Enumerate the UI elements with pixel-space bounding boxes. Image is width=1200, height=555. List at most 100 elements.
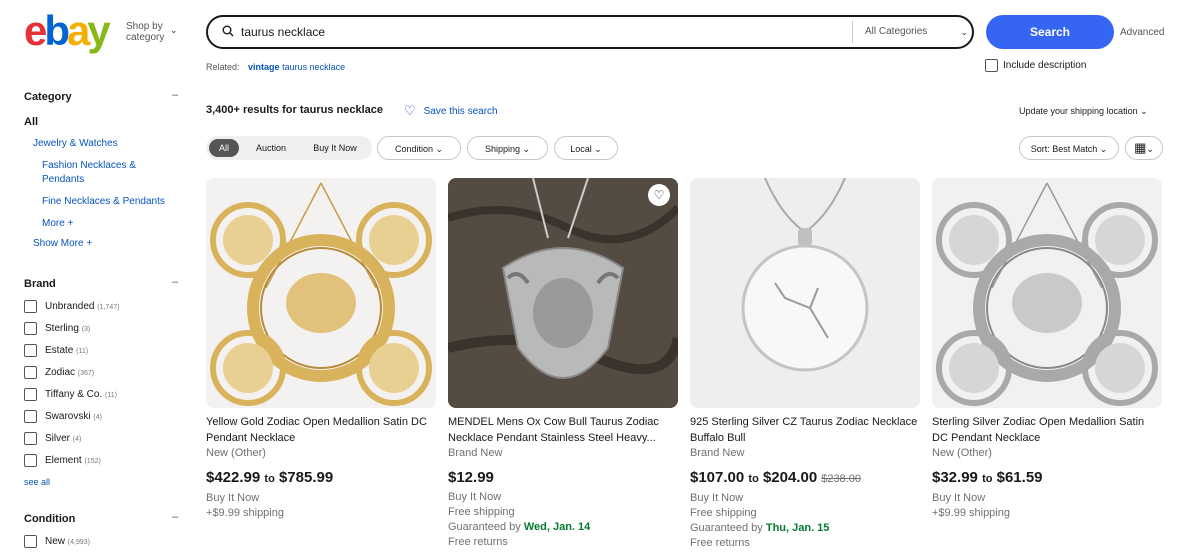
brand-option[interactable]: Tiffany & Co. (11) [24,388,117,401]
search-input[interactable] [241,22,841,42]
category-select[interactable]: All Categories ⌄ [852,21,972,43]
brand-option[interactable]: Silver (4) [24,432,81,445]
brand-option[interactable]: Sterling (3) [24,322,90,335]
view-toggle[interactable]: ▦⌄ [1125,136,1163,160]
show-more-link[interactable]: Show More + [33,237,92,251]
condition-option[interactable]: New (4,993) [24,535,90,548]
listing-condition: Brand New [690,447,745,459]
grid-view-icon: ▦ [1134,140,1147,155]
shop-by-line2: category [126,32,165,43]
category-link-fine-necklaces[interactable]: Fine Necklaces & Pendants [42,195,165,209]
checkbox[interactable] [24,322,37,335]
listing-card[interactable]: Yellow Gold Zodiac Open Medallion Satin … [206,178,436,521]
filter-all[interactable]: All [209,139,239,157]
brand-option[interactable]: Swarovski (4) [24,410,102,423]
listing-card[interactable]: ♡ MENDEL Mens Ox Cow Bull Taurus Zodiac … [448,178,678,550]
listing-title[interactable]: 925 Sterling Silver CZ Taurus Zodiac Nec… [690,414,920,446]
category-link-jewelry[interactable]: Jewelry & Watches [33,137,118,151]
collapse-icon[interactable]: – [172,276,178,288]
category-select-value: All Categories [865,26,928,37]
include-description[interactable]: Include description [985,59,1086,72]
chevron-down-icon: ⌄ [522,144,531,154]
filter-condition[interactable]: Condition ⌄ [377,136,461,160]
brand-heading[interactable]: Brand – [24,276,178,290]
listing-guarantee: Guaranteed by Wed, Jan. 14 [448,521,591,533]
gold-medallion-image [206,178,436,408]
listing-shipping: +$9.99 shipping [206,507,284,519]
category-more-link[interactable]: More + [42,217,73,231]
chevron-down-icon: ⌄ [960,27,968,37]
category-all[interactable]: All [24,116,38,128]
listing-price: $12.99 [448,469,494,486]
search-button[interactable]: Search [986,15,1114,49]
listing-guarantee: Guaranteed by Thu, Jan. 15 [690,522,830,534]
chevron-down-icon: ⌄ [1099,144,1108,154]
listing-shipping: Free shipping [448,506,515,518]
related-link[interactable]: vintage taurus necklace [248,62,345,72]
collapse-icon[interactable]: – [172,511,178,523]
listing-image[interactable] [690,178,920,408]
listing-returns: Free returns [690,537,750,549]
listing-image[interactable]: ♡ [448,178,678,408]
listing-returns: Free returns [448,536,508,548]
filter-buy-it-now[interactable]: Buy It Now [304,136,366,160]
related-searches: Related: vintage taurus necklace [206,62,345,72]
watch-heart-icon[interactable]: ♡ [648,184,670,206]
shipping-location-button[interactable]: Update your shipping location ⌄ [1019,106,1148,117]
include-description-label: Include description [1003,60,1087,72]
checkbox[interactable] [24,410,37,423]
listing-format: Buy It Now [448,491,502,503]
checkbox[interactable] [24,432,37,445]
brand-option[interactable]: Estate (11) [24,344,88,357]
checkbox[interactable] [24,300,37,313]
see-all-link[interactable]: see all [24,477,50,487]
listing-card[interactable]: Sterling Silver Zodiac Open Medallion Sa… [932,178,1162,521]
checkbox[interactable] [24,344,37,357]
search-icon [222,25,234,37]
listing-price: $107.00 to $204.00 $238.00 [690,469,861,486]
chevron-down-icon: ⌄ [170,25,178,35]
listing-card[interactable]: 925 Sterling Silver CZ Taurus Zodiac Nec… [690,178,920,551]
listing-format: Buy It Now [932,492,986,504]
chevron-down-icon: ⌄ [594,144,602,154]
listing-condition: Brand New [448,447,503,459]
listing-price: $32.99 to $61.59 [932,469,1043,486]
checkbox[interactable] [24,388,37,401]
brand-option[interactable]: Unbranded (1,747) [24,300,119,313]
listing-image[interactable] [206,178,436,408]
listing-price: $422.99 to $785.99 [206,469,334,486]
bull-pendant-image [448,178,678,408]
advanced-search-link[interactable]: Advanced [1120,27,1164,38]
listing-title[interactable]: MENDEL Mens Ox Cow Bull Taurus Zodiac Ne… [448,414,678,446]
checkbox[interactable] [24,454,37,467]
filter-shipping[interactable]: Shipping ⌄ [467,136,548,160]
search-bar: All Categories ⌄ [206,15,974,49]
listing-shipping: Free shipping [690,507,757,519]
listing-title[interactable]: Yellow Gold Zodiac Open Medallion Satin … [206,414,436,446]
listing-title[interactable]: Sterling Silver Zodiac Open Medallion Sa… [932,414,1162,446]
listing-condition: New (Other) [932,447,992,459]
brand-option[interactable]: Zodiac (367) [24,366,94,379]
checkbox[interactable] [24,366,37,379]
filter-local[interactable]: Local ⌄ [554,136,618,160]
category-link-fashion-necklaces[interactable]: Fashion Necklaces & [42,159,136,173]
chevron-down-icon: ⌄ [1140,106,1148,116]
listing-format: Buy It Now [690,492,744,504]
save-search-button[interactable]: ♡ Save this search [404,103,498,119]
sort-dropdown[interactable]: Sort: Best Match ⌄ [1019,136,1119,160]
condition-heading[interactable]: Condition – [24,511,178,525]
collapse-icon[interactable]: – [172,89,178,101]
brand-option[interactable]: Element (152) [24,454,101,467]
category-link-fashion-necklaces-2[interactable]: Pendants [42,173,84,187]
checkbox[interactable] [24,535,37,548]
category-heading[interactable]: Category – [24,89,178,103]
include-description-checkbox[interactable] [985,59,998,72]
listing-image[interactable] [932,178,1162,408]
filter-auction[interactable]: Auction [245,136,297,160]
listing-condition: New (Other) [206,447,266,459]
silver-medallion-image [932,178,1162,408]
results-count: 3,400+ results for taurus necklace [206,104,384,116]
ebay-logo[interactable]: ebay [24,10,111,52]
chevron-down-icon: ⌄ [435,144,444,154]
shop-by-category[interactable]: Shop by category ⌄ [126,21,178,43]
